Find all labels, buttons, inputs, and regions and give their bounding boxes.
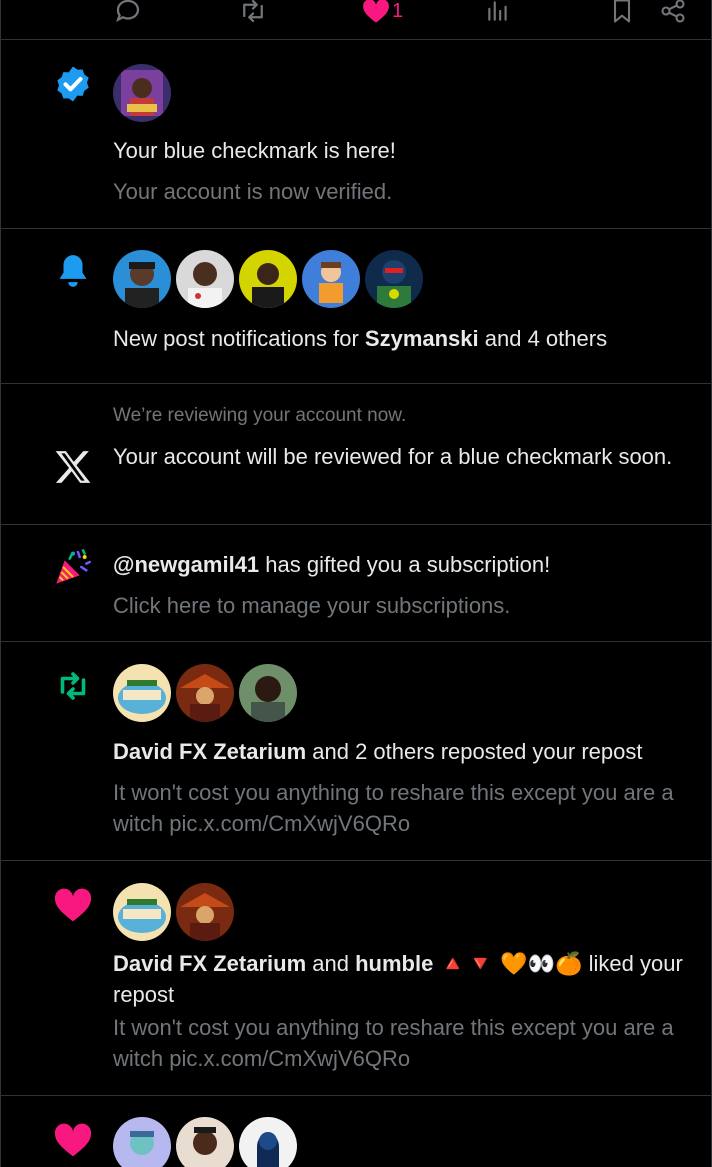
notification-new-posts[interactable]: New post notifications for Szymanski and…	[1, 229, 711, 384]
avatar[interactable]	[113, 664, 171, 722]
avatar[interactable]	[113, 64, 171, 122]
notification-title: New post notifications for Szymanski and…	[113, 326, 608, 351]
notification-like[interactable]	[1, 1096, 711, 1167]
avatar[interactable]	[239, 664, 297, 722]
analytics-icon	[485, 0, 511, 26]
avatar[interactable]	[176, 883, 234, 941]
notification-subtitle: It won't cost you anything to reshare th…	[113, 780, 674, 836]
avatar[interactable]	[176, 1117, 234, 1167]
avatar[interactable]	[239, 250, 297, 308]
notification-like[interactable]: David FX Zetarium and humble 🔺🔻 🧡👀🍊 like…	[1, 861, 711, 1096]
avatar-group	[113, 1117, 297, 1167]
heart-icon	[53, 885, 93, 925]
avatar[interactable]	[113, 883, 171, 941]
avatar[interactable]	[239, 1117, 297, 1167]
notification-verified[interactable]: Your blue checkmark is here! Your accoun…	[1, 40, 711, 229]
x-logo-icon	[53, 447, 93, 487]
verified-badge-icon	[53, 64, 93, 104]
heart-filled-icon	[362, 0, 390, 24]
tweet-action-bar: 1	[1, 0, 711, 40]
bookmark-button[interactable]	[608, 0, 636, 28]
notification-subtitle: It won't cost you anything to reshare th…	[113, 1015, 674, 1071]
notification-subtitle: Click here to manage your subscriptions.	[113, 593, 511, 618]
party-popper-icon	[53, 547, 93, 587]
notification-review[interactable]: We’re reviewing your account now. Your a…	[1, 384, 711, 525]
views-button[interactable]	[485, 0, 511, 28]
notification-repost[interactable]: David FX Zetarium and 2 others reposted …	[1, 642, 711, 861]
username: @newgamil41	[113, 552, 260, 577]
avatar-group	[113, 883, 234, 941]
avatar[interactable]	[176, 664, 234, 722]
username: humble 🔺🔻 🧡👀🍊	[355, 951, 583, 976]
reply-icon	[113, 0, 143, 26]
like-button[interactable]: 1	[362, 0, 403, 28]
share-button[interactable]	[659, 0, 687, 28]
avatar[interactable]	[176, 250, 234, 308]
bookmark-icon	[608, 0, 636, 26]
bell-icon	[53, 251, 93, 291]
avatar-group	[113, 250, 423, 308]
notification-title: Your account will be reviewed for a blue…	[113, 444, 673, 469]
avatar-group	[113, 64, 171, 122]
repost-icon	[237, 0, 269, 26]
notification-title: David FX Zetarium and 2 others reposted …	[113, 739, 643, 764]
avatar-group	[113, 664, 297, 722]
heart-icon	[53, 1120, 93, 1160]
share-icon	[659, 0, 687, 26]
notification-subtitle: Your account is now verified.	[113, 179, 393, 204]
like-count: 1	[392, 0, 404, 22]
repost-button[interactable]	[237, 0, 269, 28]
username: David FX Zetarium	[113, 951, 307, 976]
avatar[interactable]	[302, 250, 360, 308]
notification-title: David FX Zetarium and humble 🔺🔻 🧡👀🍊 like…	[113, 951, 683, 1007]
avatar[interactable]	[113, 250, 171, 308]
repost-icon	[53, 666, 93, 706]
username: David FX Zetarium	[113, 739, 307, 764]
notification-gift[interactable]: @newgamil41 has gifted you a subscriptio…	[1, 525, 711, 642]
avatar[interactable]	[113, 1117, 171, 1167]
notifications-timeline: 1 Your blue checkmark is here! Your acco…	[0, 0, 712, 1167]
notification-title: @newgamil41 has gifted you a subscriptio…	[113, 552, 551, 577]
reply-button[interactable]	[113, 0, 143, 28]
avatar[interactable]	[365, 250, 423, 308]
username: Szymanski	[364, 326, 479, 351]
notification-title: Your blue checkmark is here!	[113, 138, 396, 163]
notification-pretext: We’re reviewing your account now.	[113, 405, 407, 426]
